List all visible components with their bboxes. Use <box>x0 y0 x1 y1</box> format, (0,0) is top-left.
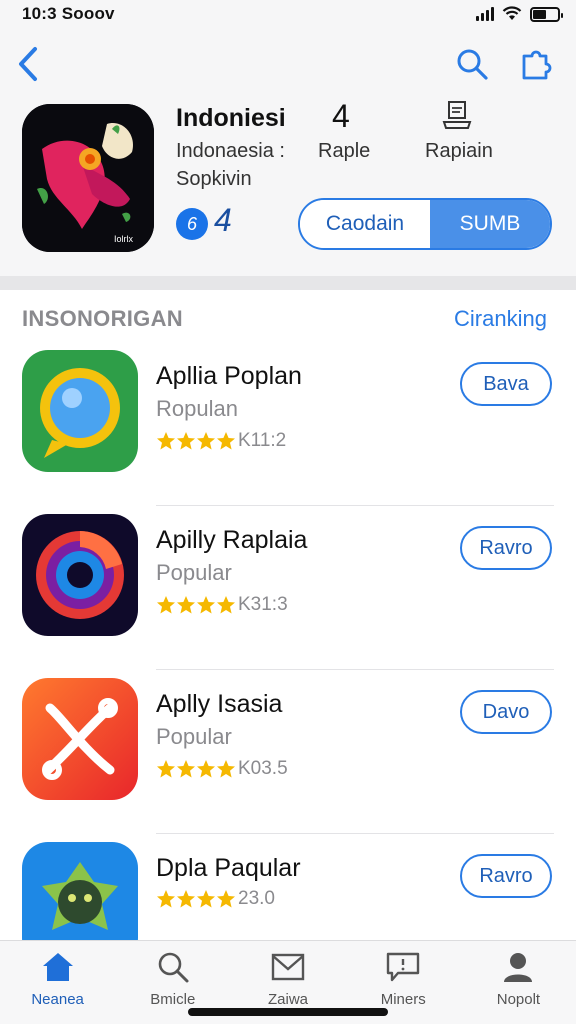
star-icon <box>157 432 175 450</box>
app-score: K03.5 <box>238 758 288 779</box>
star-icon <box>157 890 175 908</box>
app-icon <box>22 514 138 636</box>
star-icon <box>197 596 215 614</box>
ranking-link[interactable]: Ciranking <box>454 306 547 332</box>
app-category: Ropulan <box>156 396 238 421</box>
tab-label: Bmicle <box>150 991 196 1008</box>
star-rating: 23.0 <box>156 888 275 910</box>
star-icon <box>217 760 235 778</box>
app-category: Popular <box>156 724 232 749</box>
segment-download[interactable]: Caodain <box>300 200 430 248</box>
star-icon <box>157 596 175 614</box>
rating-value: 4 <box>214 202 232 238</box>
app-category: Popular <box>156 560 232 585</box>
app-number: 4 <box>332 98 350 134</box>
app-name: Dpla Paqular <box>156 854 301 882</box>
star-icon <box>157 760 175 778</box>
star-icon <box>197 432 215 450</box>
app-icon: Iolrlx <box>22 104 154 252</box>
star-icon <box>217 432 235 450</box>
report-icon[interactable] <box>440 98 474 132</box>
section-divider <box>0 276 576 290</box>
star-rating: K11:2 <box>156 430 286 452</box>
back-button[interactable] <box>10 44 46 84</box>
chevron-left-icon <box>19 47 37 81</box>
star-icon <box>177 760 195 778</box>
app-icon <box>22 350 138 472</box>
share-button[interactable] <box>516 44 556 84</box>
get-button[interactable]: Ravro <box>460 526 552 570</box>
list-item[interactable]: Apllia Poplan Ropulan K11:2 Bava <box>0 342 576 506</box>
app-developer: Sopkivin <box>176 168 252 190</box>
segment-submit[interactable]: SUMB <box>430 200 550 248</box>
app-name: Apilly Raplaia <box>156 526 308 554</box>
star-icon <box>197 760 215 778</box>
get-button[interactable]: Davo <box>460 690 552 734</box>
star-icon <box>217 596 235 614</box>
app-name: Apllia Poplan <box>156 362 302 390</box>
star-icon <box>217 890 235 908</box>
puzzle-icon <box>522 50 552 80</box>
star-icon <box>177 596 195 614</box>
nav-bar <box>0 40 576 90</box>
app-name: Aplly Isasia <box>156 690 283 718</box>
tab-label: Nopolt <box>496 991 541 1008</box>
status-bar: 10:3 Sooov <box>0 0 576 28</box>
app-icon <box>22 678 138 800</box>
tab-label: Zaiwa <box>268 991 309 1008</box>
svg-text:Iolrlx: Iolrlx <box>114 234 134 244</box>
tab-label: Neanea <box>31 991 84 1008</box>
tab-profile[interactable]: Nopolt <box>461 941 576 1024</box>
status-time: 10:3 Sooov <box>22 4 115 23</box>
battery-icon <box>530 6 563 22</box>
status-icons <box>476 6 563 22</box>
report-label: Rapiain <box>425 140 493 162</box>
signal-icon <box>476 7 494 21</box>
home-icon <box>40 949 76 985</box>
search-icon <box>457 49 488 80</box>
rating-badge: 6 <box>176 208 208 240</box>
list-item[interactable]: Aplly Isasia Popular K03.5 Davo <box>0 670 576 834</box>
tab-home[interactable]: Neanea <box>0 941 115 1024</box>
wifi-icon <box>502 6 522 20</box>
star-rating: K31:3 <box>156 594 288 616</box>
star-icon <box>197 890 215 908</box>
home-indicator <box>188 1008 388 1016</box>
app-header: Iolrlx Indoniesi 4 Indonaesia : Raple So… <box>0 28 576 276</box>
app-score: 23.0 <box>238 888 275 909</box>
star-rating: K03.5 <box>156 758 288 780</box>
app-subtitle: Indonaesia : <box>176 140 285 162</box>
mail-icon <box>270 949 306 985</box>
message-icon <box>385 949 421 985</box>
segmented-control: Caodain SUMB <box>298 198 552 250</box>
search-icon <box>155 949 191 985</box>
app-score: K31:3 <box>238 594 288 615</box>
section-title: INSONORIGAN <box>22 306 183 331</box>
star-icon <box>177 432 195 450</box>
app-subtitle-right: Raple <box>318 140 371 162</box>
star-icon <box>177 890 195 908</box>
person-icon <box>500 949 536 985</box>
get-button[interactable]: Bava <box>460 362 552 406</box>
app-title: Indoniesi <box>176 104 286 132</box>
app-score: K11:2 <box>238 430 287 451</box>
search-button[interactable] <box>452 44 492 84</box>
tab-label: Miners <box>380 991 426 1008</box>
get-button[interactable]: Ravro <box>460 854 552 898</box>
list-item[interactable]: Apilly Raplaia Popular K31:3 Ravro <box>0 506 576 670</box>
